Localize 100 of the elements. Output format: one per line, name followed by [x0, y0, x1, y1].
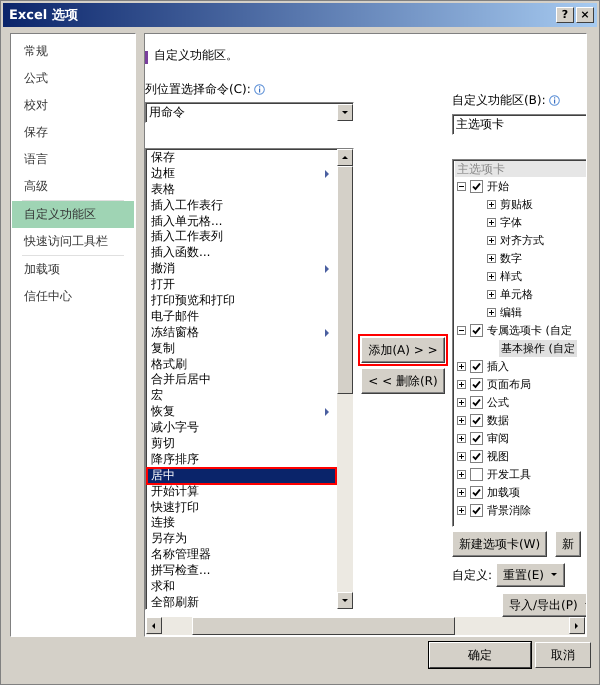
- expand-icon[interactable]: [487, 272, 496, 281]
- list-item[interactable]: 边框: [147, 166, 336, 182]
- expand-icon[interactable]: [487, 236, 496, 245]
- list-item[interactable]: 打印预览和打印: [147, 293, 336, 309]
- expand-icon[interactable]: [487, 254, 496, 263]
- checkbox[interactable]: [470, 414, 483, 427]
- tree-item[interactable]: 数字: [500, 250, 522, 266]
- collapse-icon[interactable]: [457, 326, 466, 335]
- tree-item[interactable]: 开发工具: [487, 466, 531, 482]
- expand-icon[interactable]: [457, 506, 466, 515]
- list-item[interactable]: 合并后居中: [147, 372, 336, 388]
- list-item[interactable]: 开始计算: [147, 484, 336, 500]
- expand-icon[interactable]: [457, 398, 466, 407]
- expand-icon[interactable]: [487, 308, 496, 317]
- list-item[interactable]: 表格: [147, 182, 336, 198]
- sidebar-item[interactable]: 校对: [12, 92, 134, 119]
- list-item[interactable]: 快速打印: [147, 500, 336, 516]
- expand-icon[interactable]: [487, 218, 496, 227]
- add-button[interactable]: 添加(A) > >: [361, 337, 445, 363]
- expand-icon[interactable]: [457, 434, 466, 443]
- checkbox[interactable]: [470, 360, 483, 373]
- vertical-scrollbar[interactable]: [337, 149, 353, 609]
- expand-icon[interactable]: [457, 488, 466, 497]
- tree-item[interactable]: 页面布局: [487, 376, 531, 392]
- sidebar-item[interactable]: 信任中心: [12, 283, 134, 310]
- sidebar-item[interactable]: 高级: [12, 173, 134, 200]
- tree-item[interactable]: 基本操作 (自定: [499, 340, 577, 357]
- list-item[interactable]: 复制: [147, 340, 336, 357]
- tree-item[interactable]: 剪贴板: [500, 196, 533, 212]
- list-item[interactable]: 格式刷: [147, 356, 336, 372]
- expand-icon[interactable]: [487, 290, 496, 299]
- tree-item[interactable]: 加载项: [487, 484, 520, 500]
- sidebar-item[interactable]: 保存: [12, 119, 134, 146]
- new-tab-button[interactable]: 新建选项卡(W): [452, 531, 548, 557]
- list-item[interactable]: 插入工作表行: [147, 198, 336, 214]
- expand-icon[interactable]: [457, 470, 466, 479]
- list-item[interactable]: 居中: [147, 468, 336, 484]
- tree-item[interactable]: 专属选项卡 (自定: [487, 322, 572, 338]
- sidebar-item[interactable]: 加载项: [12, 256, 134, 283]
- list-item[interactable]: 连接: [147, 515, 336, 532]
- checkbox[interactable]: [470, 396, 483, 409]
- list-item[interactable]: 打开: [147, 277, 336, 294]
- expand-icon[interactable]: [457, 380, 466, 389]
- sidebar-item[interactable]: 快速访问工具栏: [12, 228, 134, 255]
- tree-item[interactable]: 单元格: [500, 286, 533, 302]
- tree-item[interactable]: 对齐方式: [500, 232, 544, 248]
- sidebar-item[interactable]: 自定义功能区: [12, 201, 134, 228]
- list-item[interactable]: 保存: [147, 150, 336, 166]
- sidebar-item[interactable]: 公式: [12, 65, 134, 92]
- list-item[interactable]: 宏: [147, 388, 336, 404]
- close-button[interactable]: ×: [576, 7, 594, 23]
- list-item[interactable]: 撤消: [147, 261, 336, 278]
- list-item[interactable]: 插入单元格...: [147, 214, 336, 230]
- checkbox[interactable]: [470, 504, 483, 517]
- checkbox[interactable]: [470, 468, 483, 481]
- remove-button[interactable]: < < 删除(R): [361, 368, 445, 394]
- commands-dropdown[interactable]: 用命令: [145, 102, 354, 123]
- checkbox[interactable]: [470, 324, 483, 337]
- tree-item[interactable]: 视图: [487, 448, 509, 464]
- list-item[interactable]: 电子邮件: [147, 308, 336, 325]
- list-item[interactable]: 减小字号: [147, 420, 336, 436]
- sidebar-item[interactable]: 语言: [12, 146, 134, 173]
- list-item[interactable]: 名称管理器: [147, 547, 336, 564]
- tree-item[interactable]: 字体: [500, 214, 522, 230]
- cancel-button[interactable]: 取消: [535, 642, 591, 668]
- expand-icon[interactable]: [457, 362, 466, 371]
- collapse-icon[interactable]: [457, 182, 466, 191]
- list-item[interactable]: 求和: [147, 579, 336, 595]
- reset-button[interactable]: 重置(E): [496, 563, 565, 587]
- checkbox[interactable]: [470, 432, 483, 445]
- expand-icon[interactable]: [457, 416, 466, 425]
- expand-icon[interactable]: [457, 452, 466, 461]
- tree-item[interactable]: 审阅: [487, 430, 509, 446]
- horizontal-scrollbar[interactable]: [146, 617, 585, 635]
- list-item[interactable]: 冻结窗格: [147, 324, 336, 341]
- checkbox[interactable]: [470, 450, 483, 463]
- help-button[interactable]: ?: [556, 7, 574, 23]
- list-item[interactable]: 全部刷新: [147, 594, 336, 611]
- list-item[interactable]: 另存为: [147, 531, 336, 548]
- checkbox[interactable]: [470, 378, 483, 391]
- tree-item[interactable]: 开始: [487, 178, 509, 194]
- tree-item[interactable]: 背景消除: [487, 502, 531, 518]
- checkbox[interactable]: [470, 486, 483, 499]
- tree-item[interactable]: 公式: [487, 394, 509, 410]
- ok-button[interactable]: 确定: [429, 642, 531, 668]
- tree-item[interactable]: 数据: [487, 412, 509, 428]
- tree-item[interactable]: 样式: [500, 268, 522, 284]
- list-item[interactable]: 剪切: [147, 436, 336, 452]
- sidebar-item[interactable]: 常规: [12, 38, 134, 65]
- list-item[interactable]: 插入工作表列: [147, 229, 336, 246]
- import-export-button[interactable]: 导入/导出(P): [502, 593, 586, 617]
- list-item[interactable]: 降序排序: [147, 452, 336, 468]
- new-group-button[interactable]: 新: [555, 531, 582, 557]
- ribbon-dropdown[interactable]: 主选项卡: [452, 114, 586, 135]
- list-item[interactable]: 拼写检查...: [147, 563, 336, 580]
- tree-item[interactable]: 插入: [487, 358, 509, 374]
- list-item[interactable]: 插入函数...: [147, 245, 336, 262]
- expand-icon[interactable]: [487, 200, 496, 209]
- tree-item[interactable]: 编辑: [500, 304, 522, 320]
- checkbox[interactable]: [470, 180, 483, 193]
